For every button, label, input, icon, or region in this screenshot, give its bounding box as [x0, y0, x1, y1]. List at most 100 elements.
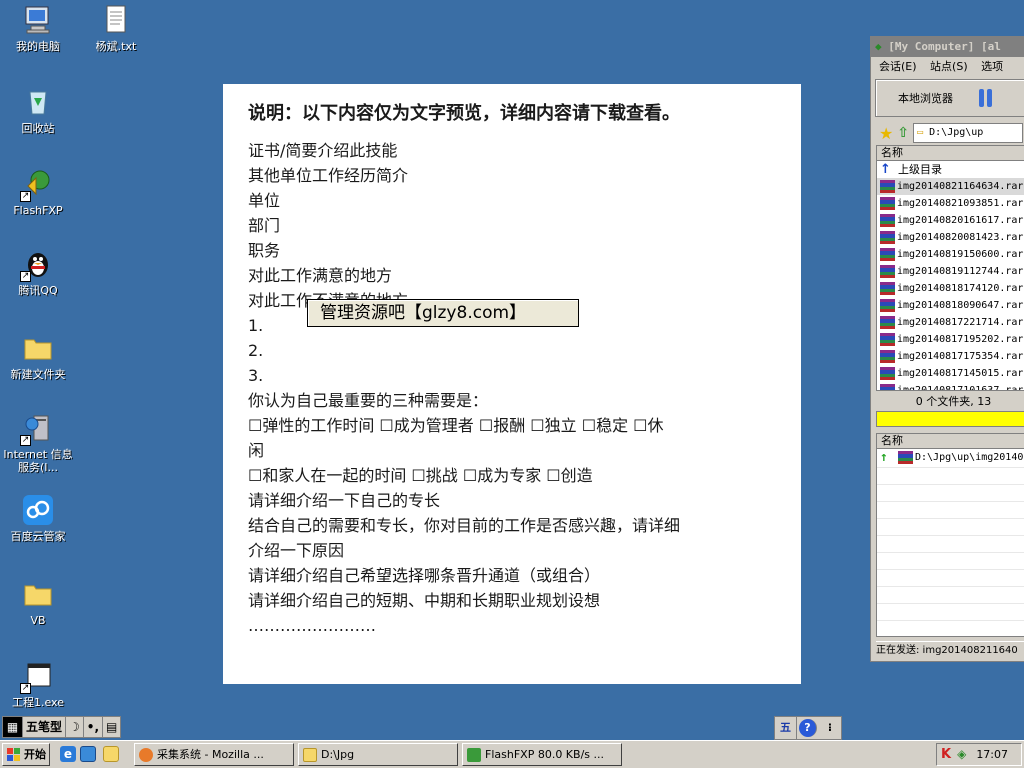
file-name: img20140817101637.rar	[897, 385, 1024, 391]
ime-toolbar: ▦ 五笔型 ☽ •, ▤	[2, 716, 122, 738]
list-item[interactable]: img20140817195202.rar	[877, 331, 1024, 348]
list-item[interactable]: img20140818090647.rar	[877, 297, 1024, 314]
taskbar-button-folder[interactable]: D:\Jpg	[298, 743, 458, 766]
browser-icon[interactable]	[80, 746, 96, 762]
wubi-icon[interactable]: 五	[775, 717, 797, 739]
queue-list[interactable]: 名称 ↑ D:\Jpg\up\img20140	[876, 433, 1024, 637]
column-header-name[interactable]: 名称	[877, 146, 1024, 161]
volume-icon[interactable]: ◈	[957, 744, 966, 765]
list-item[interactable]: img20140817175354.rar	[877, 348, 1024, 365]
document-line: 请详细介绍自己希望选择哪条晋升通道（或组合）	[248, 566, 601, 585]
queue-column-header-name[interactable]: 名称	[877, 434, 1024, 449]
flashfxp-window[interactable]: ◆ [My Computer] [al 会话(E) 站点(S) 选项 本地浏览器…	[870, 36, 1024, 662]
keyboard-icon[interactable]: ▤	[103, 717, 120, 737]
list-item[interactable]: img20140819150600.rar	[877, 246, 1024, 263]
desktop-icon-recycle-bin[interactable]: 回收站	[0, 86, 76, 135]
desktop-icon-vb-folder[interactable]: VB	[0, 578, 76, 627]
desktop-icon-my-computer[interactable]: 我的电脑	[0, 4, 76, 53]
folder-icon[interactable]	[103, 746, 119, 762]
document-line: 闲	[248, 441, 265, 460]
file-list[interactable]: 名称 ↑ 上级目录 img20140821164634.rar img20140…	[876, 145, 1024, 391]
desktop-icon-label: Internet 信息服务(I...	[3, 448, 73, 474]
rar-archive-icon	[880, 197, 895, 210]
list-item[interactable]: img20140817145015.rar	[877, 365, 1024, 382]
document-line: 证书/简要介绍此技能	[248, 141, 398, 160]
shortcut-arrow-icon: ↗	[20, 271, 31, 282]
document-line: 2.	[248, 341, 264, 360]
list-item-parent-dir[interactable]: ↑ 上级目录	[877, 161, 1024, 178]
list-item[interactable]: img20140817101637.rar	[877, 382, 1024, 391]
start-button[interactable]: 开始	[2, 743, 50, 766]
document-line: 对此工作满意的地方	[248, 266, 393, 285]
help-icon[interactable]: ?	[799, 719, 817, 737]
qq-penguin-icon: ↗	[20, 248, 54, 282]
folder-icon	[22, 578, 54, 610]
rar-archive-icon	[880, 265, 895, 278]
taskbar-button-firefox[interactable]: 采集系统 - Mozilla ...	[134, 743, 294, 766]
parent-folder-icon[interactable]: ⇧	[897, 125, 909, 141]
desktop-icon-iis[interactable]: ↗ Internet 信息服务(I...	[0, 412, 76, 474]
text-file-icon	[100, 4, 132, 36]
rar-archive-icon	[880, 316, 895, 329]
list-item[interactable]: img20140821093851.rar	[877, 195, 1024, 212]
ime-mode-label[interactable]: 五笔型	[23, 717, 67, 737]
rar-archive-icon	[880, 180, 895, 193]
recycle-bin-icon	[22, 86, 54, 118]
file-name: img20140818174120.rar	[897, 283, 1024, 294]
desktop-icon-label: VB	[30, 614, 46, 627]
flashfxp-icon: ◆	[875, 40, 882, 53]
desktop-icon-qq[interactable]: ↗ 腾讯QQ	[0, 248, 76, 297]
desktop-icon-new-folder[interactable]: 新建文件夹	[0, 332, 76, 381]
favorites-star-icon[interactable]: ★	[879, 124, 893, 143]
watermark-banner: 管理资源吧【glzy8.com】	[307, 299, 579, 327]
ie-icon[interactable]: e	[60, 746, 76, 762]
rar-archive-icon	[880, 214, 895, 227]
clock[interactable]: 17:07	[976, 744, 1008, 765]
desktop-icon-label: 新建文件夹	[10, 368, 66, 381]
list-item[interactable]: img20140820161617.rar	[877, 212, 1024, 229]
moon-icon[interactable]: ☽	[66, 717, 84, 737]
list-item[interactable]: img20140817221714.rar	[877, 314, 1024, 331]
path-toolbar: ★ ⇧ ▭ D:\Jpg\up	[871, 119, 1024, 147]
list-item[interactable]: img20140821164634.rar	[877, 178, 1024, 195]
window-title[interactable]: ◆ [My Computer] [al	[871, 37, 1024, 57]
list-item[interactable]: img20140820081423.rar	[877, 229, 1024, 246]
desktop-icon-label: 百度云管家	[10, 530, 66, 543]
transfer-progress-bar	[876, 411, 1024, 427]
file-name: img20140821164634.rar	[897, 181, 1024, 192]
desktop-icon-flashfxp[interactable]: ↗ FlashFXP	[0, 168, 76, 217]
list-item[interactable]: img20140818174120.rar	[877, 280, 1024, 297]
queue-item-path: D:\Jpg\up\img20140	[915, 452, 1024, 463]
queue-item[interactable]: ↑ D:\Jpg\up\img20140	[877, 449, 1024, 466]
flashfxp-icon: ↗	[20, 168, 54, 202]
task-label: D:\Jpg	[321, 748, 355, 761]
document-line: 职务	[248, 241, 281, 260]
document-line: 结合自己的需要和专长，你对目前的工作是否感兴趣，请详细	[248, 516, 681, 535]
punct-icon[interactable]: •,	[84, 717, 104, 737]
ime-logo-icon[interactable]: ▦	[3, 717, 23, 737]
flashfxp-tray-icon[interactable]: K	[941, 744, 951, 765]
folder-icon: ▭	[917, 127, 924, 138]
desktop-icon-label: 腾讯QQ	[18, 284, 58, 297]
menu-session[interactable]: 会话(E)	[879, 60, 917, 73]
taskbar-button-flashfxp[interactable]: FlashFXP 80.0 KB/s ...	[462, 743, 622, 766]
shortcut-arrow-icon: ↗	[20, 191, 31, 202]
local-browser-button[interactable]: 本地浏览器	[898, 90, 953, 106]
desktop-icon-baidu-cloud[interactable]: 百度云管家	[0, 494, 76, 543]
menu-sites[interactable]: 站点(S)	[930, 60, 968, 73]
rar-archive-icon	[880, 282, 895, 295]
shortcut-arrow-icon: ↗	[20, 435, 31, 446]
path-input[interactable]: ▭ D:\Jpg\up	[913, 123, 1024, 143]
pause-icon[interactable]	[979, 89, 997, 107]
rar-archive-icon	[880, 384, 895, 390]
desktop-icon-text-file[interactable]: 杨斌.txt	[78, 4, 154, 53]
document-line: 单位	[248, 191, 281, 210]
menu-options[interactable]: 选项	[981, 60, 1003, 73]
list-item[interactable]: img20140819112744.rar	[877, 263, 1024, 280]
options-icon[interactable]: ⁝	[819, 717, 841, 739]
desktop-icon-exe[interactable]: ↗ 工程1.exe	[0, 660, 76, 709]
language-bar: 五 ? ⁝	[774, 716, 842, 740]
rar-archive-icon	[880, 248, 895, 261]
toolbar: 本地浏览器	[875, 79, 1024, 117]
document-body: 证书/简要介绍此技能 其他单位工作经历简介 单位 部门 职务 对此工作满意的地方…	[248, 138, 777, 638]
